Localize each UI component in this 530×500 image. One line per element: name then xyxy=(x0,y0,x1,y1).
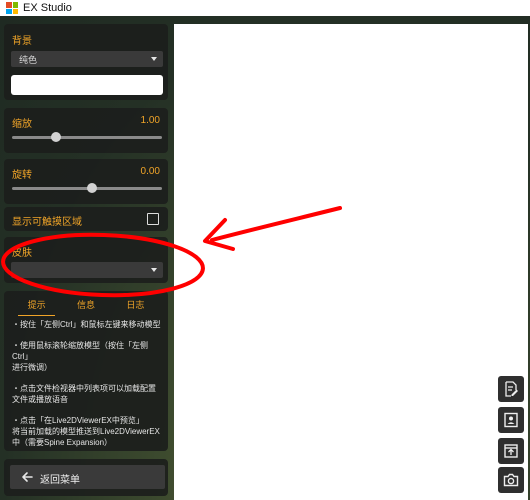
app-logo-icon xyxy=(6,2,18,14)
scale-slider-thumb[interactable] xyxy=(50,132,61,142)
export-button[interactable] xyxy=(498,438,524,464)
scale-slider[interactable] xyxy=(12,132,162,142)
chevron-down-icon xyxy=(151,57,157,61)
back-to-menu-button[interactable]: 返回菜单 xyxy=(10,465,165,489)
scale-label: 缩放 xyxy=(12,119,32,130)
window-title: EX Studio xyxy=(23,2,72,14)
export-icon xyxy=(504,444,518,458)
scale-card: 缩放 1.00 xyxy=(4,108,168,153)
tip-item: ・使用鼠标滚轮缩放模型（按住「左侧Ctrl」 进行微调） xyxy=(12,341,148,372)
background-card: 背景 纯色 xyxy=(4,24,168,100)
model-viewport[interactable] xyxy=(174,24,528,500)
title-bar: EX Studio xyxy=(0,0,530,16)
skin-label: 皮肤 xyxy=(12,248,32,259)
edit-document-button[interactable] xyxy=(498,376,524,402)
background-label: 背景 xyxy=(12,36,32,47)
skin-card: 皮肤 xyxy=(4,237,168,283)
tips-list: ・按住「左侧Ctrl」和鼠标左键来移动模型 ・使用鼠标滚轮缩放模型（按住「左侧C… xyxy=(12,319,164,458)
background-color-picker[interactable] xyxy=(11,75,163,95)
background-type-dropdown[interactable]: 纯色 xyxy=(11,51,163,67)
rotation-value: 0.00 xyxy=(140,166,160,177)
skin-dropdown[interactable] xyxy=(11,262,163,278)
chevron-down-icon xyxy=(151,268,157,272)
tip-item: ・按住「左侧Ctrl」和鼠标左键来移动模型 xyxy=(12,320,161,329)
touch-area-card: 显示可触摸区域 xyxy=(4,207,168,231)
rotation-slider-thumb[interactable] xyxy=(86,183,97,193)
scale-value: 1.00 xyxy=(140,115,160,126)
rotation-label: 旋转 xyxy=(12,170,32,181)
arrow-left-icon xyxy=(22,472,33,482)
back-menu-card: 返回菜单 xyxy=(4,459,168,496)
tab-info[interactable]: 信息 xyxy=(61,298,110,312)
tab-log[interactable]: 日志 xyxy=(111,298,160,312)
touch-area-label: 显示可触摸区域 xyxy=(12,217,82,228)
tip-item: ・点击「在Live2DViewerEX中预览」 将当前加载的模型推送到Live2… xyxy=(12,416,160,447)
info-panel: 提示 信息 日志 ・按住「左侧Ctrl」和鼠标左键来移动模型 ・使用鼠标滚轮缩放… xyxy=(4,291,168,451)
edit-document-icon xyxy=(505,381,518,397)
sidebar: 背景 纯色 缩放 1.00 旋转 0.00 显示可触摸区域 皮肤 提示 信息 日… xyxy=(0,16,172,500)
rotation-card: 旋转 0.00 xyxy=(4,159,168,204)
portrait-icon xyxy=(504,412,518,428)
tip-item: ・点击文件检视器中列表项可以加载配置 文件或播放语音 xyxy=(12,384,156,404)
info-tabs: 提示 信息 日志 xyxy=(12,298,160,316)
rotation-slider[interactable] xyxy=(12,183,162,193)
background-type-value: 纯色 xyxy=(19,55,38,65)
back-to-menu-label: 返回菜单 xyxy=(40,475,80,486)
camera-button[interactable] xyxy=(498,467,524,493)
portrait-button[interactable] xyxy=(498,407,524,433)
tab-tips[interactable]: 提示 xyxy=(12,298,61,316)
app-body: 背景 纯色 缩放 1.00 旋转 0.00 显示可触摸区域 皮肤 提示 信息 日… xyxy=(0,16,530,500)
touch-area-checkbox[interactable] xyxy=(147,213,159,225)
camera-icon xyxy=(503,473,519,487)
